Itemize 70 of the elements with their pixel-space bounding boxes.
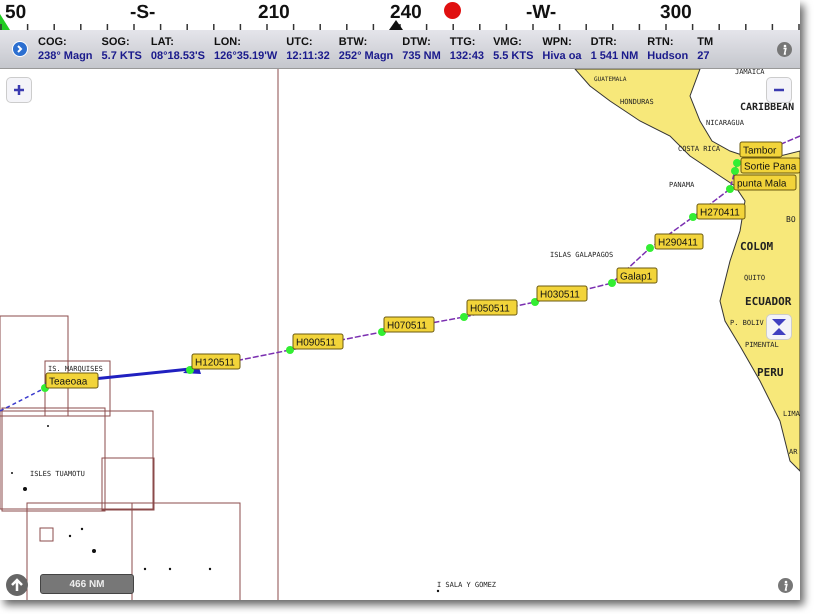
- data-value: 08°18.53'S: [150, 50, 206, 62]
- compass-label: 300: [660, 2, 692, 24]
- waypoint-dot: [726, 185, 734, 193]
- compass-label: 50: [5, 2, 26, 24]
- place-label: BO: [786, 215, 796, 224]
- compass-label: -S-: [130, 2, 156, 24]
- waypoint-label[interactable]: H090511: [292, 334, 344, 350]
- waypoint-dot: [460, 313, 468, 321]
- waypoint-dot: [646, 244, 654, 252]
- data-label: WPN:: [542, 36, 573, 48]
- info-icon[interactable]: [777, 42, 792, 56]
- data-value: 1 541 NM: [590, 50, 638, 62]
- data-label: BTW:: [338, 36, 368, 48]
- data-value: 735 NM: [402, 50, 441, 62]
- data-value: 27: [697, 50, 710, 62]
- data-value: 126°35.19'W: [214, 50, 278, 62]
- scale-bar: 466 NM: [40, 574, 134, 594]
- data-value: 252° Magn: [338, 50, 394, 62]
- data-label: LAT:: [150, 36, 175, 48]
- data-value: 5.5 KTS: [493, 50, 534, 62]
- info-icon[interactable]: [778, 578, 793, 593]
- waypoint-label[interactable]: Galap1: [616, 268, 658, 284]
- data-value: Hudson: [647, 50, 688, 62]
- data-value: 5.7 KTS: [102, 50, 142, 62]
- data-label: SOG:: [102, 36, 131, 48]
- waypoint-dot: [608, 279, 616, 287]
- waypoint-label[interactable]: H270411: [696, 204, 746, 220]
- data-value: 132:43: [450, 50, 484, 62]
- data-value: 12:11:32: [286, 50, 330, 62]
- data-label: COG:: [38, 36, 68, 48]
- compass-label: -W-: [526, 2, 556, 24]
- waypoint-label[interactable]: Tambor: [740, 142, 782, 158]
- waypoint-dot: [689, 213, 697, 221]
- data-label: DTR:: [590, 36, 618, 48]
- plus-icon: [13, 84, 25, 96]
- data-label: LON:: [214, 36, 242, 48]
- arrow-up-icon: [11, 578, 23, 592]
- compass-label: 240: [390, 2, 422, 24]
- place-label: PERU: [757, 366, 784, 379]
- data-label: VMG:: [493, 36, 523, 48]
- north-up-button[interactable]: [6, 574, 28, 596]
- zoom-in-button[interactable]: [6, 77, 32, 103]
- waypoint-bearing-marker-icon: [444, 2, 461, 19]
- waypoint-label[interactable]: H070511: [384, 316, 434, 332]
- data-value: 238° Magn: [38, 50, 93, 62]
- data-label: RTN:: [647, 36, 675, 48]
- waypoint-label[interactable]: Teaeoaa: [46, 372, 98, 388]
- waypoint-dot: [186, 366, 194, 374]
- center-boat-button[interactable]: [766, 314, 792, 340]
- waypoint-label[interactable]: punta Mala: [734, 174, 796, 190]
- data-label: UTC:: [286, 36, 314, 48]
- data-value: Hiva oa: [542, 50, 582, 62]
- expand-button[interactable]: [12, 41, 28, 57]
- compass-label: 210: [258, 2, 290, 24]
- waypoint-label[interactable]: H050511: [466, 300, 518, 316]
- hourglass-icon: [772, 319, 786, 335]
- waypoint-label[interactable]: H290411: [654, 234, 704, 250]
- zoom-out-button[interactable]: [766, 77, 792, 103]
- waypoint-label[interactable]: Sortie Pana: [740, 158, 800, 174]
- place-label: COLOM: [740, 240, 774, 253]
- heading-triangle-icon: [389, 20, 403, 30]
- data-label: TM: [697, 36, 714, 48]
- waypoint-label[interactable]: H030511: [536, 286, 588, 302]
- data-label: DTW:: [402, 36, 432, 48]
- waypoint-dot: [531, 298, 539, 306]
- waypoint-dot: [286, 346, 294, 354]
- waypoint-label[interactable]: H120511: [192, 354, 240, 370]
- place-label: CARIBBEAN: [740, 102, 794, 113]
- data-label: TTG:: [450, 36, 476, 48]
- place-label: ECUADOR: [745, 295, 792, 308]
